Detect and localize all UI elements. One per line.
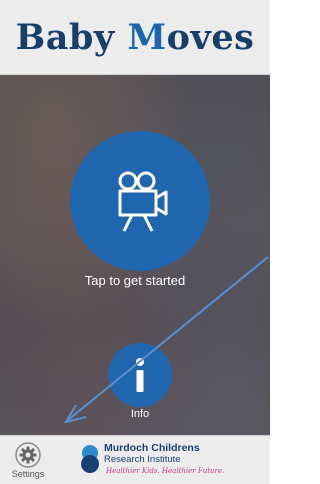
app-title-part1: Baby <box>15 16 128 58</box>
settings-label: Settings <box>11 469 45 479</box>
logo-line1: Murdoch Childrens <box>104 442 200 454</box>
app-title-part2: oves <box>166 16 255 58</box>
gear-icon <box>15 442 41 468</box>
video-camera-icon <box>118 171 168 232</box>
get-started-button[interactable] <box>70 131 210 271</box>
info-label[interactable]: Info <box>110 408 170 420</box>
app-title: Baby Moves <box>16 17 255 58</box>
settings-button[interactable]: Settings <box>6 442 50 482</box>
logo-line2: Research Institute <box>104 454 181 465</box>
main-panel: Tap to get started Info <box>0 75 270 435</box>
murdoch-childrens-logo: Murdoch Childrens Research Institute Hea… <box>78 442 224 480</box>
app-title-accent: M <box>127 16 167 58</box>
footer-bar: Settings Murdoch Childrens Research Inst… <box>0 435 270 484</box>
info-icon <box>136 358 144 392</box>
mcri-logo-mark-icon <box>81 445 99 473</box>
app-header: Baby Moves <box>0 0 270 75</box>
info-button[interactable] <box>108 343 172 407</box>
get-started-label[interactable]: Tap to get started <box>0 273 270 288</box>
logo-tagline: Healthier Kids. Healthier Future. <box>106 467 225 475</box>
